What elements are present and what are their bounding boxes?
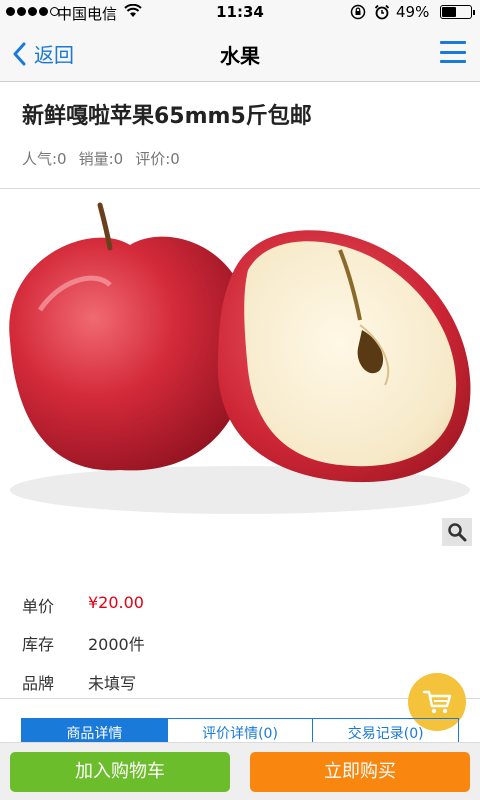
magnifier-icon xyxy=(448,523,467,542)
shopping-cart-icon xyxy=(422,690,452,714)
menu-icon[interactable] xyxy=(440,41,466,63)
sales-stat: 销量:0 xyxy=(78,150,124,168)
attribute-label: 库存 xyxy=(22,635,55,654)
stock-value: 2000件 xyxy=(88,635,145,654)
zoom-button[interactable] xyxy=(442,518,472,546)
attribute-row-stock: 库存 2000件 xyxy=(22,631,145,655)
reviews-stat: 评价:0 xyxy=(135,150,180,168)
product-stats: 人气:0 销量:0 评价:0 xyxy=(22,148,180,169)
attribute-row-brand: 品牌 未填写 xyxy=(22,670,136,694)
brand-value: 未填写 xyxy=(88,674,137,693)
page-title: 水果 xyxy=(220,44,260,68)
battery-icon xyxy=(440,5,475,19)
alarm-icon xyxy=(374,4,390,20)
buy-now-button[interactable]: 立即购买 xyxy=(250,752,470,792)
nav-bar: 返回 水果 xyxy=(0,24,480,82)
product-title: 新鲜嘎啦苹果65mm5斤包邮 xyxy=(22,104,312,129)
battery-percent: 49% xyxy=(396,3,430,21)
orientation-lock-icon xyxy=(350,4,366,20)
status-bar: 中国电信 11:34 49% xyxy=(0,0,480,24)
product-image[interactable] xyxy=(0,190,480,550)
add-to-cart-button[interactable]: 加入购物车 xyxy=(10,752,230,792)
attribute-label: 单价 xyxy=(22,597,55,616)
price-value: ¥20.00 xyxy=(88,593,144,612)
bottom-action-bar: 加入购物车 立即购买 xyxy=(0,742,480,800)
popularity-stat: 人气:0 xyxy=(22,150,67,168)
divider xyxy=(0,188,480,189)
attribute-label: 品牌 xyxy=(22,674,55,693)
attribute-row-price: 单价 ¥20.00 xyxy=(22,593,144,617)
